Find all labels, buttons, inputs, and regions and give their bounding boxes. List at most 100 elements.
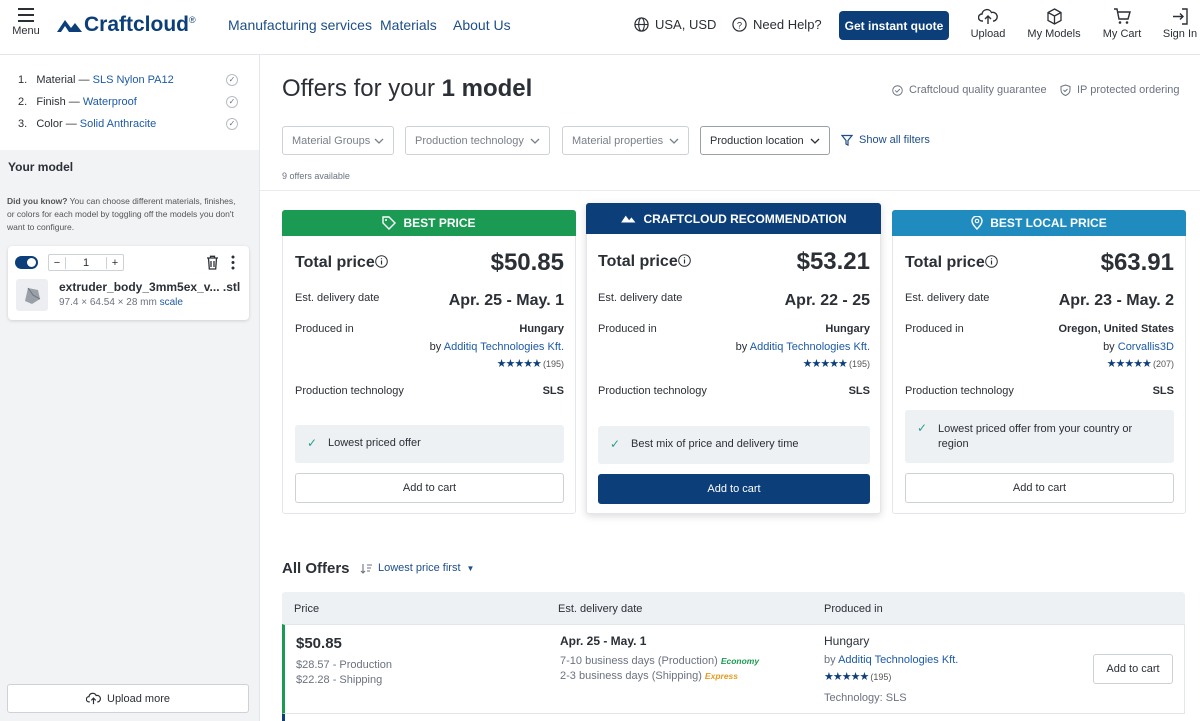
sign-in-label: Sign In [1162, 28, 1198, 40]
show-all-filters-label: Show all filters [859, 134, 930, 146]
add-to-cart-button[interactable]: Add to cart [905, 473, 1174, 503]
quantity-stepper[interactable]: − 1 + [48, 254, 124, 271]
offer-note: ✓ Best mix of price and delivery time [598, 426, 870, 464]
offer-badge: BEST PRICE [282, 210, 576, 236]
trash-icon[interactable] [206, 255, 219, 270]
rating-stars: ★★★★★ [824, 671, 869, 683]
region-selector[interactable]: USA, USD [634, 17, 716, 32]
step-finish[interactable]: 2. Finish — Waterproof ✓ [18, 96, 238, 108]
delivery-label: Est. delivery date [905, 292, 990, 304]
quantity-value[interactable]: 1 [66, 257, 106, 269]
my-models-button[interactable]: My Models [1025, 8, 1083, 40]
rating: ★★★★★ (195) [803, 357, 870, 370]
info-icon[interactable] [985, 255, 998, 268]
filter-label: Material properties [572, 134, 664, 147]
filter-icon [841, 134, 853, 146]
cloud-logo-icon [621, 215, 636, 223]
shipping-days: 2-3 business days (Shipping) [560, 670, 702, 682]
cloud-upload-icon [978, 8, 998, 24]
your-model-heading: Your model [8, 160, 74, 174]
filter-label: Material Groups [292, 134, 371, 147]
caret-down-icon: ▼ [466, 563, 475, 573]
filter-material-properties[interactable]: Material properties [562, 126, 689, 155]
column-produced: Produced in [824, 603, 883, 615]
offers-table-header: Price Est. delivery date Produced in [282, 592, 1185, 624]
vendor: by Corvallis3D [1103, 341, 1174, 353]
tech-label: Production technology [598, 385, 707, 397]
sort-dropdown[interactable]: Lowest price first ▼ [360, 562, 474, 574]
show-all-filters[interactable]: Show all filters [841, 134, 930, 146]
tech-label: Production technology [295, 385, 404, 397]
filter-production-location[interactable]: Production location [700, 126, 830, 155]
delivery-label: Est. delivery date [295, 292, 380, 304]
review-count: (195) [870, 672, 892, 682]
model-toggle[interactable] [15, 256, 38, 269]
vendor-link[interactable]: Additiq Technologies Kft. [750, 341, 870, 353]
vendor-link[interactable]: Additiq Technologies Kft. [838, 654, 958, 666]
help-label: Need Help? [753, 17, 822, 32]
rating-stars: ★★★★★ [496, 358, 542, 370]
offer-badge: BEST LOCAL PRICE [892, 210, 1186, 236]
offer-badge-label: BEST PRICE [403, 216, 476, 230]
nav-manufacturing-services[interactable]: Manufacturing services [228, 17, 372, 33]
rating: ★★★★★ (207) [1107, 357, 1174, 370]
info-icon[interactable] [678, 254, 691, 267]
cart-icon [1114, 8, 1131, 24]
tech-value: SLS [848, 385, 870, 397]
step-color[interactable]: 3. Color — Solid Anthracite ✓ [18, 118, 238, 130]
globe-icon [634, 17, 649, 32]
total-price-label: Total price [295, 254, 375, 271]
chevron-down-icon [530, 138, 540, 144]
craftcloud-logo[interactable]: Craftcloud ® [55, 13, 196, 37]
step-material[interactable]: 1. Material — SLS Nylon PA12 ✓ [18, 74, 238, 86]
get-instant-quote-button[interactable]: Get instant quote [839, 11, 949, 40]
more-vertical-icon[interactable] [230, 255, 236, 270]
delivery-label: Est. delivery date [598, 292, 683, 304]
add-to-cart-button[interactable]: Add to cart [598, 474, 870, 504]
my-models-label: My Models [1027, 28, 1081, 40]
total-price-label: Total price [598, 253, 678, 270]
delivery-date: Apr. 23 - May. 2 [1058, 292, 1174, 309]
rating-stars: ★★★★★ [802, 358, 848, 370]
upload-label: Upload [970, 28, 1006, 40]
help-link[interactable]: ? Need Help? [732, 17, 822, 32]
model-preview-icon [25, 287, 41, 304]
filter-material-groups[interactable]: Material Groups [282, 126, 394, 155]
upload-more-button[interactable]: Upload more [7, 684, 249, 713]
ip-protected[interactable]: IP protected ordering [1060, 84, 1180, 96]
vendor-link[interactable]: Additiq Technologies Kft. [444, 341, 564, 353]
upload-button[interactable]: Upload [968, 8, 1008, 40]
region-label: USA, USD [655, 17, 717, 32]
add-to-cart-button[interactable]: Add to cart [1093, 654, 1173, 684]
filter-label: Production technology [415, 134, 524, 147]
offer-price: $63.91 [1100, 249, 1174, 276]
step-key: Finish — [36, 96, 80, 108]
menu-button[interactable]: Menu [10, 8, 42, 37]
add-to-cart-button[interactable]: Add to cart [295, 473, 564, 503]
decrement-button[interactable]: − [49, 256, 66, 269]
total-price-label: Total price [905, 254, 985, 271]
check-icon: ✓ [610, 437, 621, 451]
offer-note-text: Lowest priced offer [328, 437, 421, 449]
increment-button[interactable]: + [106, 256, 123, 269]
model-thumbnail [16, 279, 48, 311]
row-delivery: Apr. 25 - May. 1 [560, 634, 647, 648]
nav-about-us[interactable]: About Us [453, 17, 511, 33]
offer-note: ✓ Lowest priced offer [295, 425, 564, 463]
top-header: Menu Craftcloud ® Manufacturing services… [0, 0, 1200, 55]
tip-text: Did you know? You can choose different m… [7, 195, 237, 234]
info-icon[interactable] [375, 255, 388, 268]
vendor-by: by [1103, 341, 1118, 353]
sign-in-button[interactable]: Sign In [1160, 8, 1200, 40]
scale-link[interactable]: scale [160, 297, 183, 308]
chevron-down-icon [810, 138, 820, 144]
quality-guarantee[interactable]: Craftcloud quality guarantee [892, 84, 1047, 96]
check-circle-icon: ✓ [226, 96, 238, 108]
filter-production-technology[interactable]: Production technology [405, 126, 550, 155]
offer-card-best-local-price: BEST LOCAL PRICE Total price $63.91 Est.… [892, 210, 1186, 514]
all-offers-heading: All Offers [282, 560, 350, 577]
my-cart-button[interactable]: My Cart [1100, 8, 1144, 40]
cloud-upload-icon [86, 692, 101, 705]
vendor-link[interactable]: Corvallis3D [1118, 341, 1174, 353]
nav-materials[interactable]: Materials [380, 17, 437, 33]
